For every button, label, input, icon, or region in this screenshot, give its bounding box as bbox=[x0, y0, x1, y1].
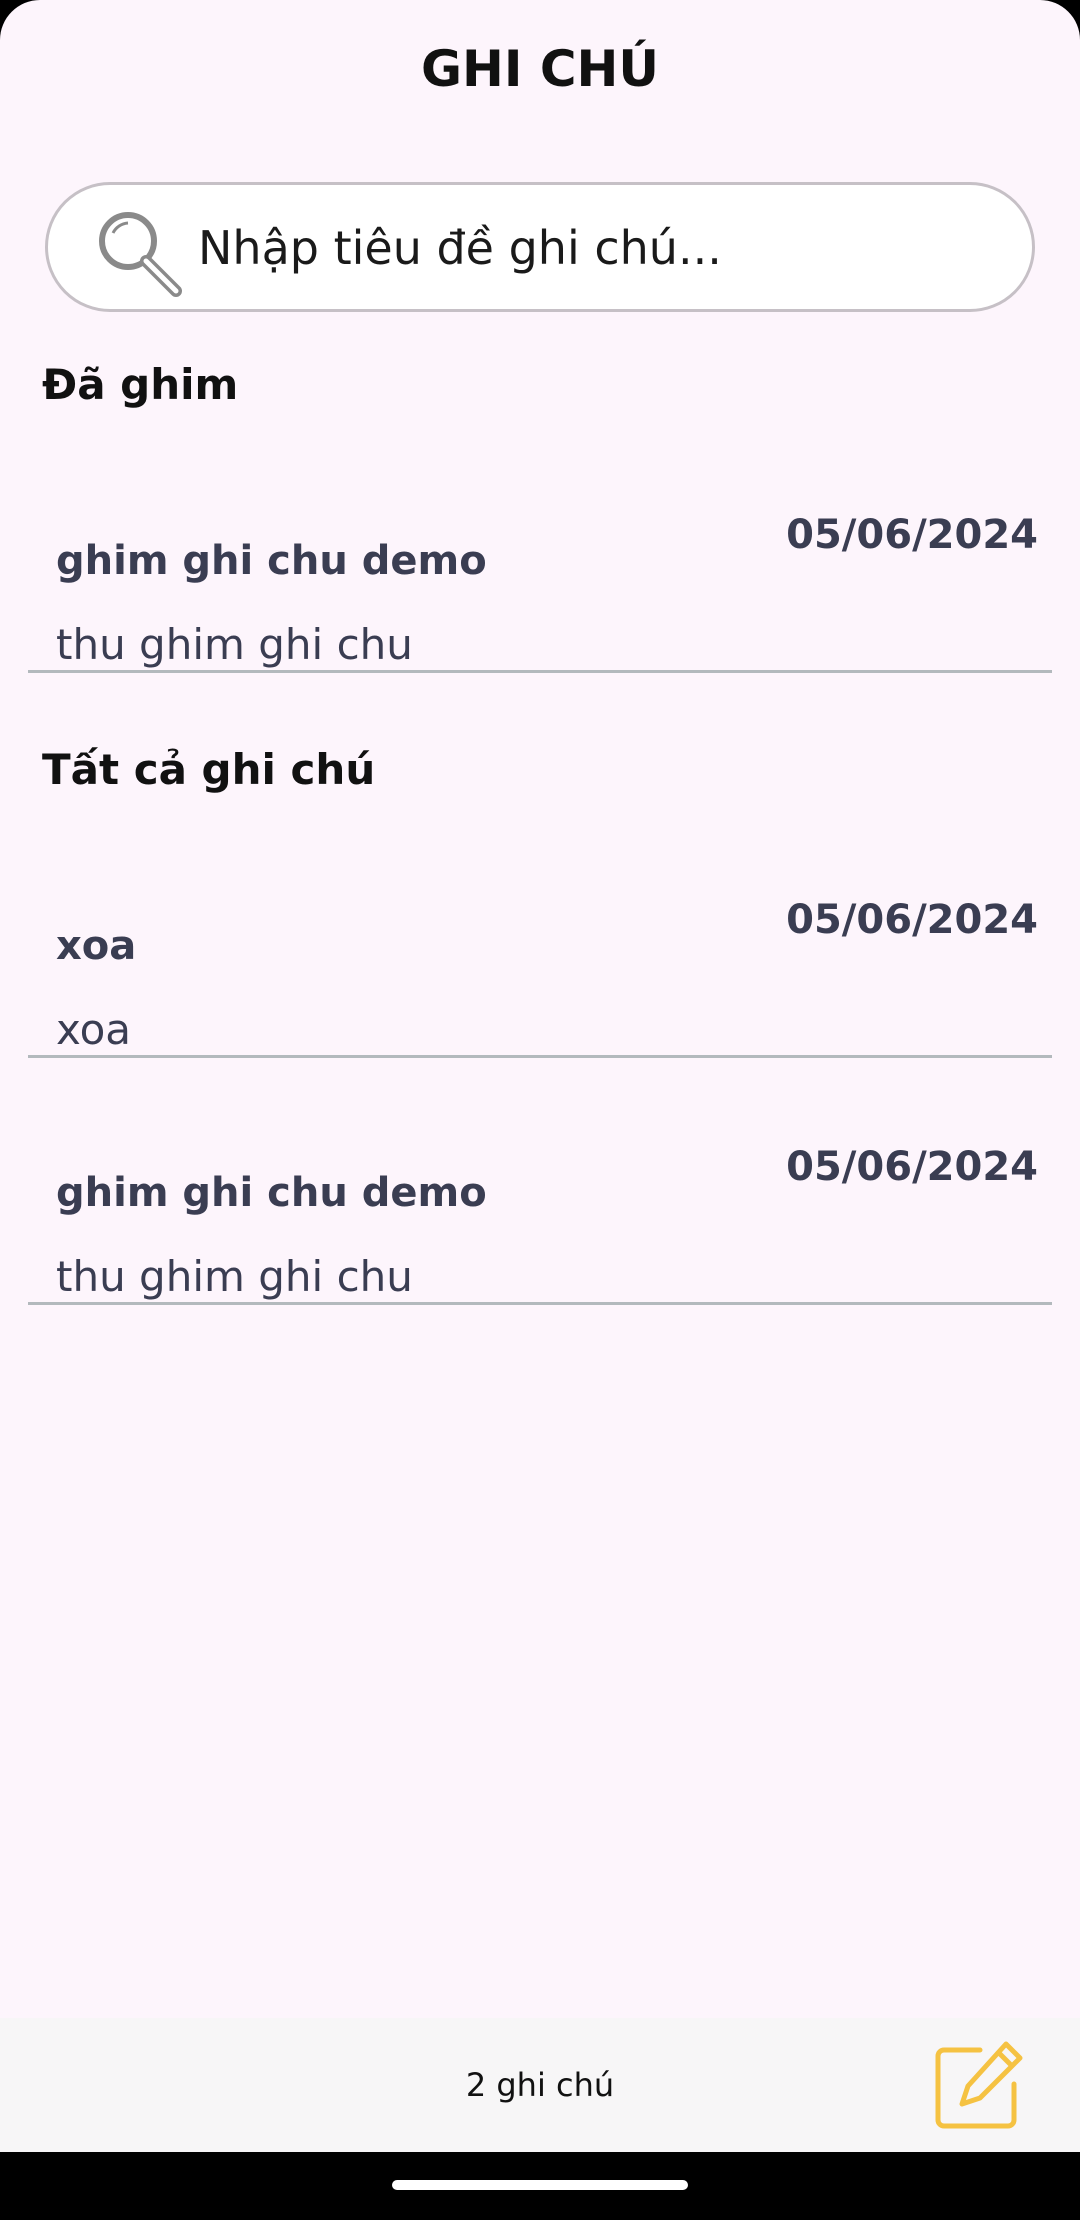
page-title: GHI CHÚ bbox=[420, 40, 660, 98]
note-date: 05/06/2024 bbox=[786, 512, 1038, 558]
note-title: xoa bbox=[56, 923, 137, 969]
note-item[interactable]: 05/06/2024 xoa xoa bbox=[28, 855, 1052, 1058]
bottom-bar: 2 ghi chú bbox=[0, 2018, 1080, 2152]
note-title: ghim ghi chu demo bbox=[56, 538, 487, 584]
all-notes-section-title: Tất cả ghi chú bbox=[42, 745, 376, 794]
note-body: thu ghim ghi chu bbox=[56, 1252, 413, 1301]
pinned-section-title: Đã ghim bbox=[42, 360, 239, 409]
search-icon bbox=[99, 212, 182, 297]
note-item[interactable]: 05/06/2024 ghim ghi chu demo thu ghim gh… bbox=[28, 1102, 1052, 1305]
notes-screen: GHI CHÚ Đã ghim 05/06/2024 ghim ghi chu … bbox=[0, 0, 1080, 2152]
home-indicator[interactable] bbox=[392, 2180, 688, 2190]
note-body: thu ghim ghi chu bbox=[56, 620, 413, 669]
compose-icon[interactable] bbox=[930, 2038, 1026, 2134]
search-input[interactable] bbox=[198, 205, 978, 291]
note-body: xoa bbox=[56, 1005, 131, 1054]
note-count: 2 ghi chú bbox=[465, 2066, 615, 2104]
note-date: 05/06/2024 bbox=[786, 897, 1038, 943]
search-bar[interactable] bbox=[45, 182, 1035, 312]
note-title: ghim ghi chu demo bbox=[56, 1170, 487, 1216]
pinned-note-item[interactable]: 05/06/2024 ghim ghi chu demo thu ghim gh… bbox=[28, 470, 1052, 673]
note-date: 05/06/2024 bbox=[786, 1144, 1038, 1190]
